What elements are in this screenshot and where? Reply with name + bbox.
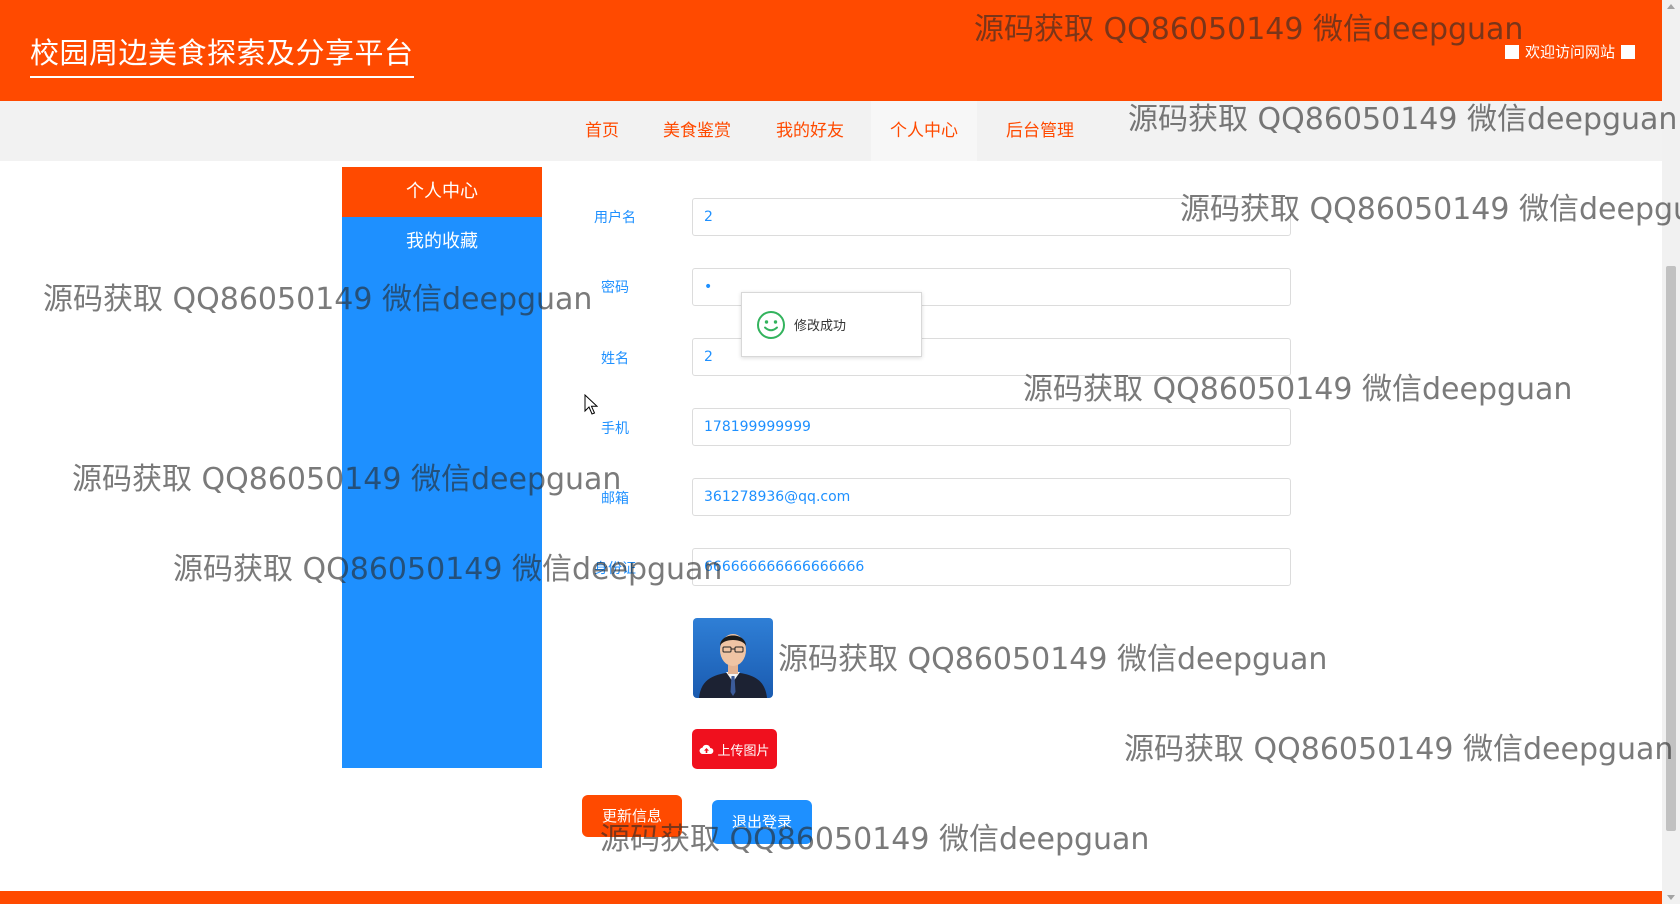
watermark-text: 源码获取 QQ86050149 微信deepguan <box>778 642 1328 677</box>
email-field[interactable] <box>692 478 1291 516</box>
nav-my-friends[interactable]: 我的好友 <box>768 101 852 161</box>
phone-label: 手机 <box>601 421 629 437</box>
square-icon <box>1505 44 1519 59</box>
id-card-label: 身份证 <box>594 561 636 577</box>
upload-image-button[interactable]: 上传图片 <box>692 729 777 769</box>
toast-message: 修改成功 <box>794 319 847 334</box>
scroll-up-icon[interactable] <box>1667 4 1675 9</box>
update-info-button[interactable]: 更新信息 <box>582 795 682 837</box>
phone-field[interactable] <box>692 408 1291 446</box>
mouse-cursor-icon <box>584 394 598 415</box>
success-toast: 修改成功 <box>741 292 922 357</box>
vertical-scrollbar[interactable] <box>1662 0 1680 904</box>
upload-image-label: 上传图片 <box>717 743 770 759</box>
nav-home[interactable]: 首页 <box>577 101 627 161</box>
sidebar-title[interactable]: 个人中心 <box>342 167 542 217</box>
password-label: 密码 <box>601 280 629 296</box>
scroll-thumb[interactable] <box>1666 266 1676 831</box>
footer-bar <box>0 891 1662 904</box>
nav-personal-center[interactable]: 个人中心 <box>871 101 977 161</box>
square-icon <box>1621 44 1636 59</box>
nav-food-review[interactable]: 美食鉴赏 <box>655 101 739 161</box>
watermark-text: 源码获取 QQ86050149 微信deepguan <box>1124 732 1674 767</box>
site-title[interactable]: 校园周边美食探索及分享平台 <box>30 30 414 78</box>
scroll-down-icon[interactable] <box>1667 895 1675 900</box>
id-card-field[interactable] <box>692 548 1291 586</box>
username-label: 用户名 <box>594 210 636 226</box>
name-label: 姓名 <box>601 351 629 367</box>
avatar-photo <box>693 618 773 698</box>
avatar <box>693 618 773 698</box>
welcome-text: 欢迎访问网站 <box>1525 43 1616 61</box>
sidebar-item-favorites[interactable]: 我的收藏 <box>342 217 542 267</box>
smile-icon <box>757 310 785 339</box>
watermark-text: 源码获取 QQ86050149 微信deepguan <box>600 822 1150 857</box>
nav-admin[interactable]: 后台管理 <box>998 101 1082 161</box>
header-bar: 校园周边美食探索及分享平台 欢迎访问网站 <box>0 0 1662 101</box>
main-nav: 首页 美食鉴赏 我的好友 个人中心 后台管理 <box>0 101 1662 161</box>
username-field[interactable] <box>692 198 1291 236</box>
cloud-upload-icon <box>700 744 714 755</box>
logout-button[interactable]: 退出登录 <box>712 800 812 844</box>
welcome-banner: 欢迎访问网站 <box>1505 41 1636 62</box>
email-label: 邮箱 <box>601 491 629 507</box>
sidebar: 个人中心 我的收藏 <box>342 167 542 768</box>
